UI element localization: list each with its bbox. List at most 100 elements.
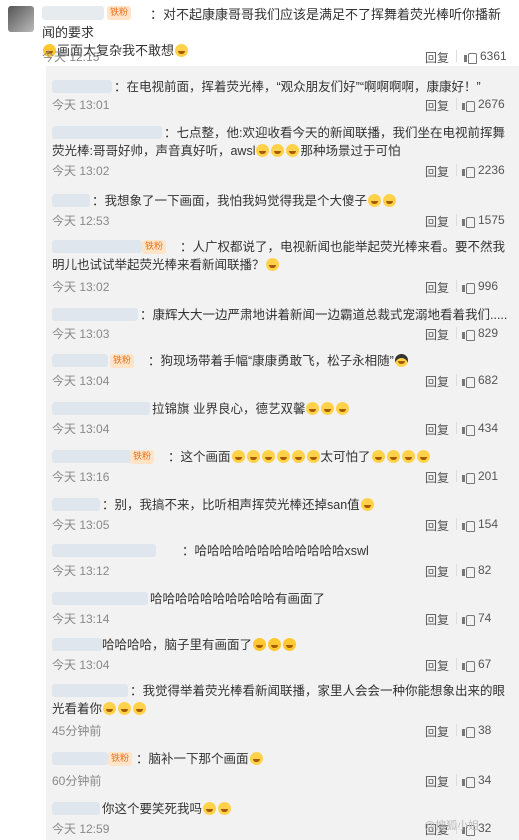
like-count: 2676: [478, 97, 505, 111]
reply-text: ：康辉大大一边严肃地讲着新闻一边霸道总裁式宠溺地看着我们.....: [52, 306, 508, 324]
thumbs-up-icon: [462, 564, 475, 578]
emoji-icon: [249, 752, 263, 765]
divider: [456, 422, 457, 434]
reply-time: 今天 13:04: [52, 658, 110, 672]
like-count: 434: [478, 421, 499, 435]
reply-button[interactable]: 回复: [425, 563, 449, 580]
thumbs-up-icon: [462, 164, 475, 178]
emoji-icon: [401, 450, 415, 463]
emoji-icon: [276, 450, 290, 463]
like-count: 829: [478, 326, 499, 340]
emoji-icon: [246, 450, 260, 463]
like-button[interactable]: 1575: [462, 213, 505, 228]
emoji-icon: [118, 702, 132, 715]
like-button[interactable]: 829: [462, 326, 499, 341]
reply-button[interactable]: 回复: [425, 657, 449, 674]
like-count: 1575: [478, 213, 505, 227]
reply-time: 今天 13:16: [52, 470, 110, 484]
thumbs-up-icon: [462, 374, 475, 388]
reply-text-content: ：人广权都说了，电视新闻也能举起荧光棒来看。要不然我明儿也试试举起荧光棒来看新闻…: [52, 240, 506, 272]
like-button[interactable]: 2236: [462, 163, 505, 178]
reply-text: 你这个要笑死我吗: [52, 800, 508, 818]
reply-button[interactable]: 回复: [425, 517, 449, 534]
reply-item: ：哈哈哈哈哈哈哈哈哈哈哈哈xswl 今天 13:12 回复 82: [46, 538, 519, 580]
emoji-icon: [218, 802, 232, 815]
top-comment: 铁粉 ：对不起康康哥哥我们应该是满足不了挥舞着荧光棒听你播新闻的要求 画面太复杂…: [0, 0, 519, 66]
reply-text: ：在电视前面，挥着荧光棒，“观众朋友们好”“啊啊啊啊，康康好！”: [52, 78, 508, 96]
emoji-icon: [371, 450, 385, 463]
reply-button[interactable]: 回复: [425, 773, 449, 790]
reply-time: 今天 13:02: [52, 280, 110, 294]
like-button[interactable]: 34: [462, 773, 492, 788]
reply-button[interactable]: 回复: [425, 279, 449, 296]
reply-button[interactable]: 回复: [425, 163, 449, 180]
reply-button[interactable]: 回复: [425, 97, 449, 114]
thumbs-up-icon: [464, 50, 477, 64]
like-button[interactable]: 74: [462, 611, 491, 626]
reply-item: 拉锦旗 业界良心，德艺双馨 今天 13:04 回复 434: [46, 396, 519, 438]
like-count: 996: [478, 279, 499, 293]
like-button[interactable]: 38: [462, 723, 492, 738]
divider: [456, 280, 457, 292]
reply-button[interactable]: 回复: [425, 373, 449, 390]
divider: [456, 658, 457, 670]
like-button[interactable]: 682: [462, 373, 498, 388]
emoji-icon: [306, 402, 320, 415]
like-button[interactable]: 6361: [464, 49, 507, 64]
like-button[interactable]: 82: [462, 563, 492, 578]
reply-text: ：七点整，他:欢迎收看今天的新闻联播，我们坐在电视前挥舞荧光棒:哥哥好帅，声音真…: [52, 124, 508, 160]
reply-time: 今天 13:04: [52, 422, 110, 436]
like-count: 82: [478, 563, 492, 577]
like-button[interactable]: 67: [462, 657, 492, 672]
reply-button[interactable]: 回复: [425, 326, 449, 343]
divider: [456, 612, 457, 624]
like-count: 154: [478, 517, 499, 531]
thumbs-up-icon: [462, 612, 475, 626]
emoji-icon: [203, 802, 217, 815]
thumbs-up-icon: [462, 470, 475, 484]
reply-text-content: 你这个要笑死我吗: [102, 802, 203, 816]
reply-text: ：我想象了一下画面，我怕我妈觉得我是个大傻子: [52, 192, 508, 210]
reply-button[interactable]: 回复: [425, 213, 449, 230]
reply-time: 今天 13:03: [52, 327, 110, 341]
like-button[interactable]: 2676: [462, 97, 505, 112]
reply-item: 哈哈哈哈哈哈哈哈哈哈有画面了 今天 13:14 回复 74: [46, 584, 519, 628]
reply-time: 今天 13:14: [52, 612, 110, 626]
emoji-icon: [268, 638, 282, 651]
divider: [456, 774, 457, 786]
reply-item: 铁粉 ：这个画面 太可怕了 今天 13:16 回复 201: [46, 444, 519, 486]
emoji-icon: [394, 354, 408, 367]
like-count: 2236: [478, 163, 505, 177]
reply-text-content: ：脑补一下那个画面: [136, 752, 249, 766]
reply-text-content-2: 太可怕了: [320, 450, 371, 464]
thumbs-up-icon: [462, 724, 475, 738]
reply-button[interactable]: 回复: [425, 49, 449, 66]
reply-item: ：在电视前面，挥着荧光棒，“观众朋友们好”“啊啊啊啊，康康好！” 今天 13:0…: [46, 66, 519, 114]
reply-button[interactable]: 回复: [425, 469, 449, 486]
avatar[interactable]: [8, 6, 34, 32]
divider: [456, 724, 457, 736]
reply-text: ：狗现场带着手幅“康康勇敢飞，松子永相随”: [52, 352, 508, 370]
like-button[interactable]: 434: [462, 421, 499, 436]
like-button[interactable]: 996: [462, 279, 499, 294]
like-button[interactable]: 154: [462, 517, 499, 532]
reply-text: 哈哈哈哈哈哈哈哈哈哈有画面了: [52, 590, 508, 608]
like-count: 34: [478, 773, 492, 787]
reply-text: ：脑补一下那个画面: [52, 750, 508, 768]
emoji-icon: [416, 450, 430, 463]
reply-text: 哈哈哈哈，脑子里有画面了: [52, 636, 508, 654]
thumbs-up-icon: [462, 98, 475, 112]
reply-text: ：这个画面 太可怕了: [52, 448, 508, 466]
reply-button[interactable]: 回复: [425, 723, 449, 740]
reply-button[interactable]: 回复: [425, 421, 449, 438]
reply-button[interactable]: 回复: [425, 611, 449, 628]
reply-text-content: ：哈哈哈哈哈哈哈哈哈哈哈哈xswl: [182, 544, 369, 558]
divider: [456, 327, 457, 339]
like-count: 38: [478, 723, 492, 737]
emoji-icon: [271, 144, 285, 157]
emoji-icon: [286, 144, 300, 157]
like-button[interactable]: 201: [462, 469, 498, 484]
replies-panel: ：在电视前面，挥着荧光棒，“观众朋友们好”“啊啊啊啊，康康好！” 今天 13:0…: [46, 66, 519, 840]
emoji-icon: [175, 44, 189, 57]
like-count: 67: [478, 657, 492, 671]
